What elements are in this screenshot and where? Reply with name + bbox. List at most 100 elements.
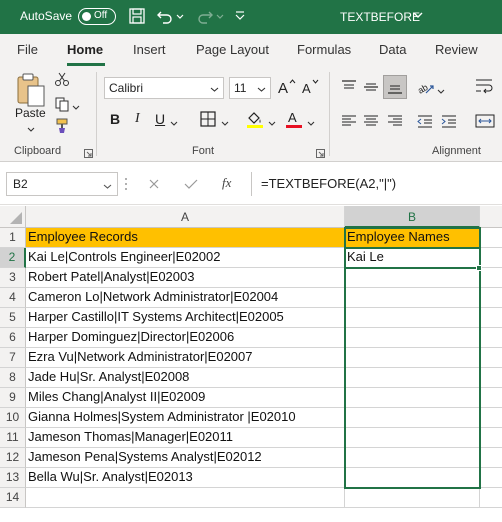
merge-center-icon[interactable] bbox=[474, 112, 496, 133]
row-header-3[interactable]: 3 bbox=[0, 268, 26, 288]
cell-c13[interactable] bbox=[480, 468, 502, 488]
cell-c6[interactable] bbox=[480, 328, 502, 348]
tab-review[interactable]: Review bbox=[435, 42, 478, 57]
fill-handle[interactable] bbox=[476, 265, 482, 271]
copy-dropdown-icon[interactable] bbox=[72, 101, 80, 115]
select-all-button[interactable] bbox=[0, 206, 26, 228]
paste-dropdown-icon[interactable] bbox=[27, 123, 35, 137]
cell-c9[interactable] bbox=[480, 388, 502, 408]
cell-c2[interactable] bbox=[480, 248, 502, 268]
clipboard-launcher-icon[interactable] bbox=[84, 147, 93, 161]
cell-b9[interactable] bbox=[345, 388, 480, 408]
cell-b4[interactable] bbox=[345, 288, 480, 308]
cell-b8[interactable] bbox=[345, 368, 480, 388]
underline-dropdown-icon[interactable] bbox=[170, 117, 178, 131]
wrap-text-icon[interactable] bbox=[474, 76, 496, 99]
cell-a9[interactable]: Miles Chang|Analyst II|E02009 bbox=[26, 388, 345, 408]
cell-b1[interactable]: Employee Names bbox=[345, 228, 480, 248]
font-color-icon[interactable]: A bbox=[284, 109, 304, 132]
underline-button[interactable]: U bbox=[155, 111, 165, 127]
cell-a5[interactable]: Harper Castillo|IT Systems Architect|E02… bbox=[26, 308, 345, 328]
enter-check-icon[interactable] bbox=[184, 178, 198, 193]
cell-c1[interactable] bbox=[480, 228, 502, 248]
paste-label[interactable]: Paste bbox=[15, 106, 46, 120]
align-right-icon[interactable] bbox=[386, 112, 404, 133]
row-header-4[interactable]: 4 bbox=[0, 288, 26, 308]
fill-color-dropdown-icon[interactable] bbox=[268, 117, 276, 131]
row-header-5[interactable]: 5 bbox=[0, 308, 26, 328]
cell-c4[interactable] bbox=[480, 288, 502, 308]
cell-b10[interactable] bbox=[345, 408, 480, 428]
cell-c12[interactable] bbox=[480, 448, 502, 468]
insert-function-button[interactable]: fx bbox=[222, 175, 231, 191]
cell-b3[interactable] bbox=[345, 268, 480, 288]
tab-insert[interactable]: Insert bbox=[133, 42, 166, 57]
cell-a14[interactable] bbox=[26, 488, 345, 508]
row-header-14[interactable]: 14 bbox=[0, 488, 26, 508]
cell-c11[interactable] bbox=[480, 428, 502, 448]
orientation-icon[interactable]: ab bbox=[416, 77, 436, 100]
row-header-12[interactable]: 12 bbox=[0, 448, 26, 468]
cell-a13[interactable]: Bella Wu|Sr. Analyst|E02013 bbox=[26, 468, 345, 488]
save-icon[interactable] bbox=[128, 6, 146, 29]
row-header-10[interactable]: 10 bbox=[0, 408, 26, 428]
undo-icon[interactable] bbox=[156, 6, 174, 29]
name-box[interactable]: B2 bbox=[6, 172, 118, 196]
align-center-icon[interactable] bbox=[362, 112, 380, 133]
row-header-13[interactable]: 13 bbox=[0, 468, 26, 488]
format-painter-icon[interactable] bbox=[54, 118, 70, 137]
cell-b5[interactable] bbox=[345, 308, 480, 328]
column-header-b[interactable]: B bbox=[345, 206, 480, 228]
cell-b7[interactable] bbox=[345, 348, 480, 368]
decrease-font-size-icon[interactable]: A bbox=[301, 77, 321, 100]
cell-b14[interactable] bbox=[345, 488, 480, 508]
cell-c8[interactable] bbox=[480, 368, 502, 388]
align-left-icon[interactable] bbox=[340, 112, 358, 133]
row-header-7[interactable]: 7 bbox=[0, 348, 26, 368]
cancel-icon[interactable] bbox=[148, 178, 160, 193]
cell-b2[interactable]: Kai Le bbox=[345, 248, 480, 268]
cell-a3[interactable]: Robert Patel|Analyst|E02003 bbox=[26, 268, 345, 288]
borders-dropdown-icon[interactable] bbox=[221, 117, 229, 131]
cut-icon[interactable] bbox=[54, 71, 70, 90]
redo-icon[interactable] bbox=[196, 6, 214, 29]
title-dropdown-icon[interactable] bbox=[412, 9, 424, 24]
cell-a7[interactable]: Ezra Vu|Network Administrator|E02007 bbox=[26, 348, 345, 368]
row-header-1[interactable]: 1 bbox=[0, 228, 26, 248]
tab-home[interactable]: Home bbox=[67, 42, 103, 57]
cell-c5[interactable] bbox=[480, 308, 502, 328]
row-header-9[interactable]: 9 bbox=[0, 388, 26, 408]
font-color-dropdown-icon[interactable] bbox=[307, 117, 315, 131]
cell-c10[interactable] bbox=[480, 408, 502, 428]
row-header-8[interactable]: 8 bbox=[0, 368, 26, 388]
row-header-2[interactable]: 2 bbox=[0, 248, 26, 268]
borders-icon[interactable] bbox=[199, 110, 217, 131]
cell-a2[interactable]: Kai Le|Controls Engineer|E02002 bbox=[26, 248, 345, 268]
cell-c7[interactable] bbox=[480, 348, 502, 368]
font-size-combo[interactable]: 11 bbox=[229, 77, 271, 99]
orientation-dropdown-icon[interactable] bbox=[437, 85, 445, 99]
align-middle-icon[interactable] bbox=[362, 78, 380, 99]
cell-a4[interactable]: Cameron Lo|Network Administrator|E02004 bbox=[26, 288, 345, 308]
row-header-11[interactable]: 11 bbox=[0, 428, 26, 448]
cell-a12[interactable]: Jameson Pena|Systems Analyst|E02012 bbox=[26, 448, 345, 468]
cell-b6[interactable] bbox=[345, 328, 480, 348]
cell-a10[interactable]: Gianna Holmes|System Administrator |E020… bbox=[26, 408, 345, 428]
decrease-indent-icon[interactable] bbox=[416, 112, 434, 133]
align-top-icon[interactable] bbox=[340, 78, 358, 99]
font-launcher-icon[interactable] bbox=[316, 147, 325, 161]
increase-font-size-icon[interactable]: A bbox=[277, 77, 297, 100]
align-bottom-button[interactable] bbox=[383, 75, 407, 99]
undo-dropdown-icon[interactable] bbox=[176, 10, 184, 24]
formula-input[interactable]: =TEXTBEFORE(A2,"|") bbox=[261, 176, 396, 191]
increase-indent-icon[interactable] bbox=[440, 112, 458, 133]
cell-a11[interactable]: Jameson Thomas|Manager|E02011 bbox=[26, 428, 345, 448]
italic-button[interactable]: I bbox=[135, 111, 140, 127]
tab-formulas[interactable]: Formulas bbox=[297, 42, 351, 57]
cell-a8[interactable]: Jade Hu|Sr. Analyst|E02008 bbox=[26, 368, 345, 388]
cell-b11[interactable] bbox=[345, 428, 480, 448]
copy-icon[interactable] bbox=[54, 96, 70, 115]
column-header-c[interactable] bbox=[480, 206, 502, 228]
fill-color-icon[interactable] bbox=[245, 109, 265, 132]
cell-a6[interactable]: Harper Dominguez|Director|E02006 bbox=[26, 328, 345, 348]
